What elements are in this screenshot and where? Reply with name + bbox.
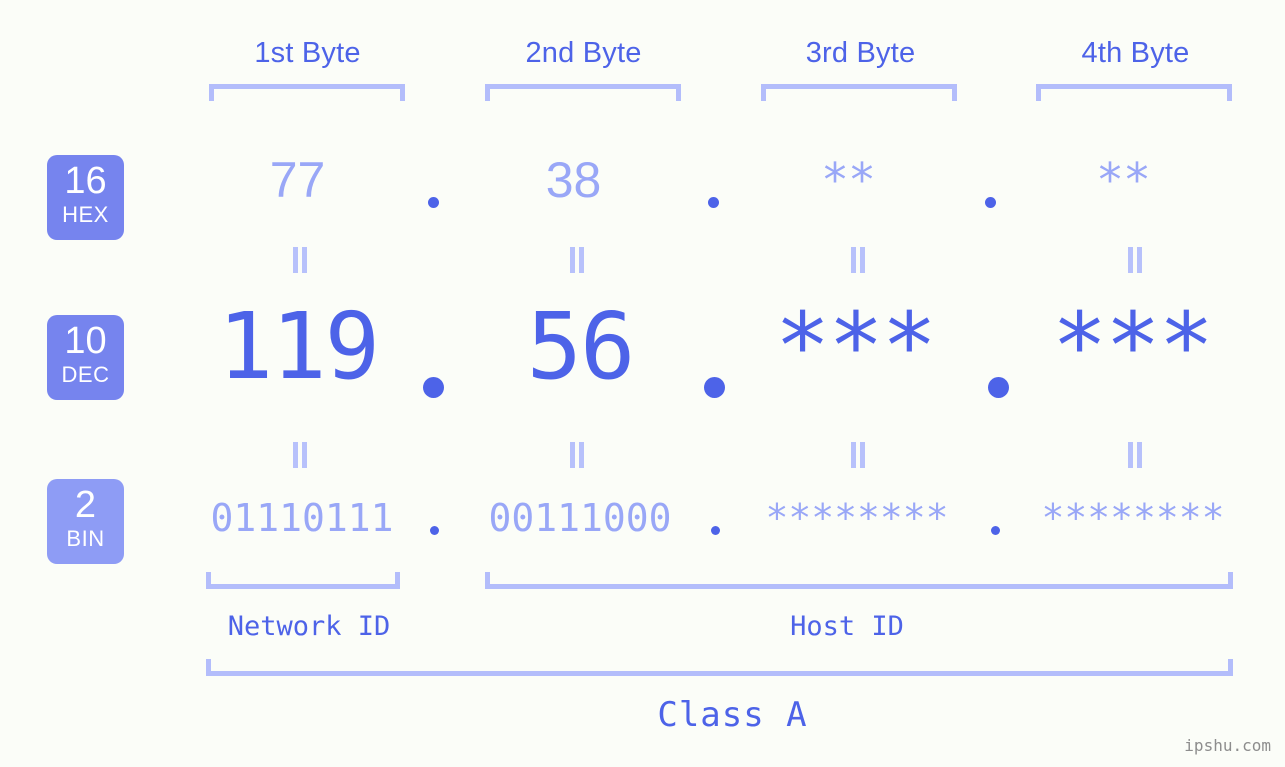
equals-mark-hex-dec-4 [1126, 247, 1144, 273]
hex-byte-1-value: 77 [269, 152, 326, 208]
byte-bracket-1 [209, 84, 405, 101]
dec-byte-3-value: *** [774, 293, 937, 400]
equals-mark-dec-bin-1 [291, 442, 309, 468]
radix-badge-dec-name: DEC [61, 362, 110, 387]
dec-separator-dot-2 [704, 377, 725, 398]
network-id-label: Network ID [227, 611, 391, 642]
bin-separator-dot-1 [430, 526, 439, 535]
hex-byte-2-value: 38 [545, 152, 602, 208]
class-bracket [206, 659, 1233, 676]
host-id-label: Host ID [790, 611, 904, 642]
dec-byte-2-value: 56 [526, 293, 636, 400]
equals-mark-hex-dec-1 [291, 247, 309, 273]
ip-address-breakdown-diagram: 1st Byte 2nd Byte 3rd Byte 4th Byte 16 H… [0, 0, 1285, 767]
radix-badge-dec-number: 10 [64, 320, 107, 362]
dec-separator-dot-3 [988, 377, 1009, 398]
equals-mark-hex-dec-3 [849, 247, 867, 273]
bin-byte-4-value: ******** [1041, 496, 1225, 540]
hex-separator-dot-3 [985, 197, 996, 208]
radix-badge-bin: 2 BIN [47, 479, 124, 564]
byte-header-1: 1st Byte [254, 37, 361, 69]
watermark: ipshu.com [1184, 736, 1271, 755]
hex-separator-dot-1 [428, 197, 439, 208]
dec-separator-dot-1 [423, 377, 444, 398]
radix-badge-hex-number: 16 [64, 160, 107, 202]
bin-byte-2-value: 00111000 [488, 496, 672, 540]
equals-mark-dec-bin-4 [1126, 442, 1144, 468]
radix-badge-hex: 16 HEX [47, 155, 124, 240]
radix-badge-bin-name: BIN [66, 526, 105, 551]
equals-mark-dec-bin-2 [568, 442, 586, 468]
hex-byte-3-value: ** [823, 153, 878, 207]
class-label: Class A [657, 695, 808, 735]
radix-badge-dec: 10 DEC [47, 315, 124, 400]
radix-badge-hex-name: HEX [62, 202, 109, 227]
equals-mark-dec-bin-3 [849, 442, 867, 468]
byte-header-4: 4th Byte [1081, 37, 1190, 69]
bin-byte-1-value: 01110111 [210, 496, 394, 540]
byte-header-3: 3rd Byte [805, 37, 916, 69]
byte-bracket-4 [1036, 84, 1232, 101]
radix-badge-bin-number: 2 [74, 484, 97, 526]
hex-separator-dot-2 [708, 197, 719, 208]
bin-byte-3-value: ******** [765, 496, 949, 540]
bin-separator-dot-3 [991, 526, 1000, 535]
byte-header-2: 2nd Byte [525, 37, 642, 69]
dec-byte-4-value: *** [1051, 293, 1214, 400]
byte-bracket-2 [485, 84, 681, 101]
equals-mark-hex-dec-2 [568, 247, 586, 273]
byte-bracket-3 [761, 84, 957, 101]
hex-byte-4-value: ** [1098, 153, 1153, 207]
dec-byte-1-value: 119 [217, 293, 380, 400]
host-id-bracket [485, 572, 1233, 589]
network-id-bracket [206, 572, 400, 589]
bin-separator-dot-2 [711, 526, 720, 535]
